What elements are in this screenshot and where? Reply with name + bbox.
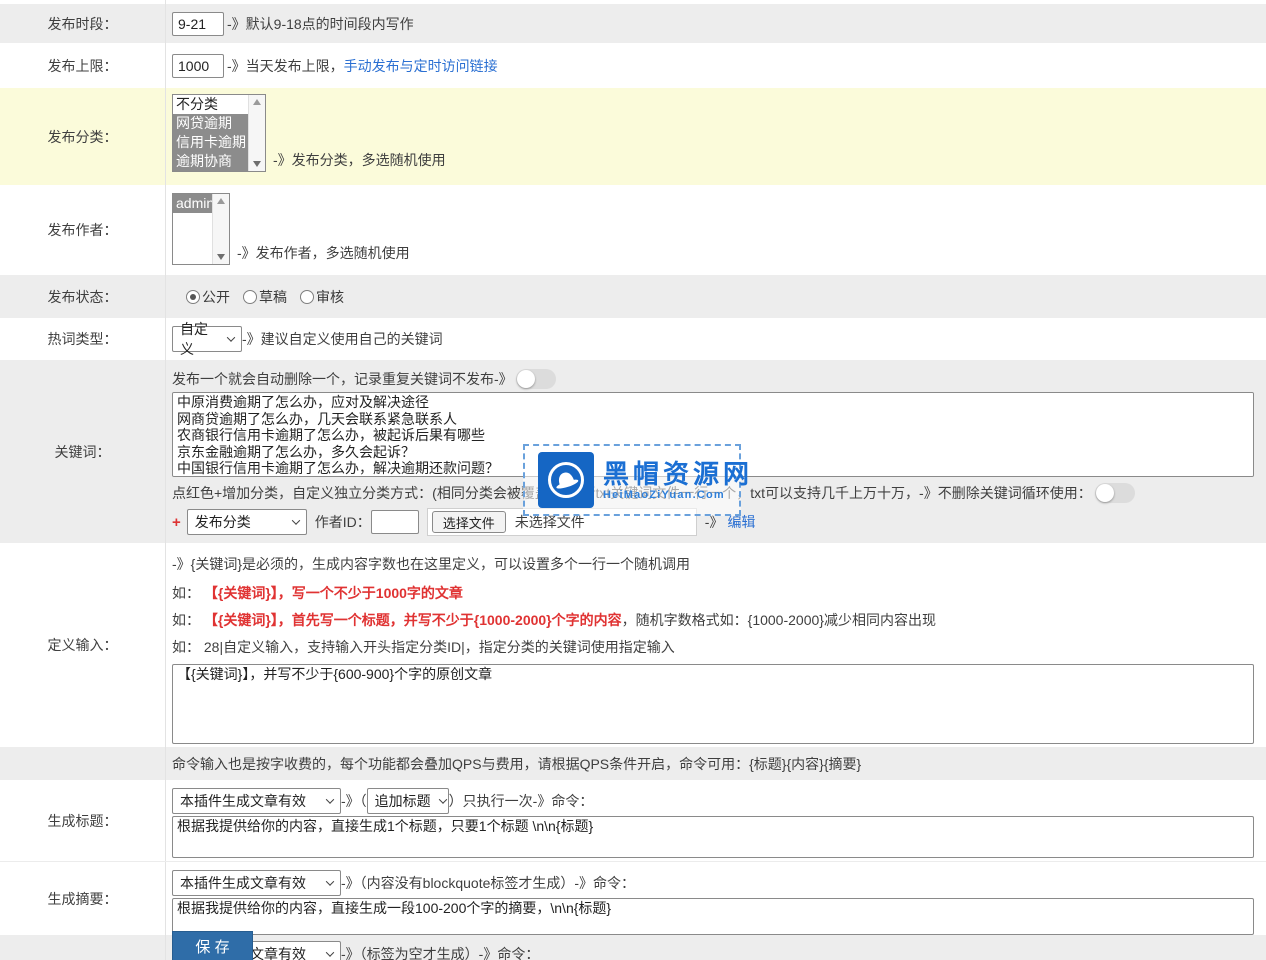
listbox-scrollbar[interactable]: [248, 95, 265, 171]
category-option-selected[interactable]: 逾期协商: [173, 152, 248, 171]
row-banner: 命令输入也是按字收费的，每个功能都会叠加QPS与费用，请根据QPS条件开启，命令…: [0, 747, 1266, 780]
gen-abstract-mode-value: 本插件生成文章有效: [180, 873, 306, 893]
chevron-down-icon: [326, 877, 334, 885]
publish-limit-desc: -》当天发布上限，: [227, 56, 344, 76]
gen-abstract-post: -》（内容没有blockquote标签才生成）-》命令：: [341, 873, 635, 893]
radio-review-label: 审核: [316, 287, 344, 307]
publish-category-listbox[interactable]: 不分类 网贷逾期 信用卡逾期 逾期协商: [172, 94, 266, 172]
save-button[interactable]: 保 存: [172, 931, 253, 960]
keyword-category-value: 发布分类: [195, 512, 251, 532]
hotword-type-desc: -》建议自定义使用自己的关键词: [242, 329, 443, 349]
author-id-input[interactable]: [371, 510, 419, 534]
radio-review[interactable]: 审核: [300, 287, 344, 307]
publish-limit-input[interactable]: [172, 54, 224, 78]
row-publish-category: 发布分类： 不分类 网贷逾期 信用卡逾期 逾期协商 -》发布分类，多选随机使用: [0, 88, 1266, 185]
row-define-input: 定义输入： -》{关键词}是必须的，生成内容字数也在这里定义，可以设置多个一行一…: [0, 543, 1266, 747]
watermark-subtitle: HeiMaoZiYuan.Com: [603, 489, 753, 501]
gen-tag-post: -》（标签为空才生成）-》命令：: [341, 944, 539, 960]
define-input-example3: 如： 28|自定义输入，支持输入开头指定分类ID|，指定分类的关键词使用指定输入: [172, 637, 1266, 657]
watermark-box: 黑帽资源网 HeiMaoZiYuan.Com: [523, 444, 741, 516]
radio-public-label: 公开: [202, 287, 230, 307]
gen-abstract-command-textarea[interactable]: [172, 898, 1254, 935]
row-publish-status: 发布状态： 公开 草稿 审核: [0, 275, 1266, 318]
radio-icon[interactable]: [243, 290, 257, 304]
category-option[interactable]: 不分类: [173, 95, 248, 114]
row-gen-abstract: 生成摘要： 本插件生成文章有效 -》（内容没有blockquote标签才生成）-…: [0, 862, 1266, 935]
define-input-line1: -》{关键词}是必须的，生成内容字数也在这里定义，可以设置多个一行一个随机调用: [172, 554, 1266, 574]
hotword-type-select[interactable]: 自定义: [172, 326, 242, 352]
publish-status-label: 发布状态：: [0, 275, 165, 318]
scroll-down-icon[interactable]: [217, 254, 225, 260]
gen-title-append-value: 追加标题: [375, 791, 431, 811]
author-option-selected[interactable]: admin: [173, 194, 212, 213]
gen-title-post: ）只执行一次-》命令：: [449, 791, 594, 811]
watermark-logo: [538, 452, 594, 508]
chevron-down-icon: [227, 333, 235, 341]
publish-limit-label: 发布上限：: [0, 43, 165, 88]
category-option-selected[interactable]: 网贷逾期: [173, 114, 248, 133]
choose-file-button[interactable]: 选择文件: [432, 511, 506, 533]
scroll-up-icon[interactable]: [217, 198, 225, 204]
define-input-example1: 如： 【{关键词}】，写一个不少于1000字的文章: [172, 583, 1266, 603]
publish-author-listbox[interactable]: admin: [172, 193, 230, 265]
publish-time-label: 发布时段：: [0, 4, 165, 43]
publish-category-label: 发布分类：: [0, 88, 165, 185]
gen-title-label: 生成标题：: [0, 780, 165, 861]
chevron-down-icon: [292, 516, 300, 524]
example1-red-text: 【{关键词}】，写一个不少于1000字的文章: [204, 585, 463, 601]
row-publish-time: 发布时段： -》默认9-18点的时间段内写作: [0, 4, 1266, 43]
gen-abstract-mode-select[interactable]: 本插件生成文章有效: [172, 870, 341, 896]
author-id-label: 作者ID：: [315, 512, 371, 532]
dedupe-toggle[interactable]: [516, 369, 556, 389]
define-input-textarea[interactable]: [172, 664, 1254, 744]
hotword-type-value: 自定义: [180, 319, 219, 359]
radio-icon[interactable]: [300, 290, 314, 304]
gen-abstract-label: 生成摘要：: [0, 862, 165, 935]
gen-title-mode-value: 本插件生成文章有效: [180, 791, 306, 811]
manual-publish-link[interactable]: 手动发布与定时访问链接: [344, 56, 498, 76]
settings-page: 发布时段： -》默认9-18点的时间段内写作 发布上限： -》当天发布上限， 手…: [0, 0, 1266, 960]
hat-icon: [542, 456, 590, 504]
radio-public[interactable]: 公开: [186, 287, 230, 307]
row-publish-author: 发布作者： admin -》发布作者，多选随机使用: [0, 185, 1266, 275]
row-hotword-type: 热词类型： 自定义 -》建议自定义使用自己的关键词: [0, 318, 1266, 360]
chevron-down-icon: [438, 795, 446, 803]
define-input-label: 定义输入：: [0, 543, 165, 747]
scroll-up-icon[interactable]: [253, 99, 261, 105]
qps-banner-text: 命令输入也是按字收费的，每个功能都会叠加QPS与费用，请根据QPS条件开启，命令…: [172, 754, 861, 774]
watermark-title: 黑帽资源网: [603, 460, 753, 488]
listbox-scrollbar[interactable]: [212, 194, 229, 264]
publish-time-input[interactable]: [172, 12, 224, 36]
hotword-type-label: 热词类型：: [0, 318, 165, 360]
define-input-example2: 如： 【{关键词}】，首先写一个标题，并写不少于{1000-2000}个字的内容…: [172, 610, 1266, 630]
radio-draft[interactable]: 草稿: [243, 287, 287, 307]
publish-category-desc: -》发布分类，多选随机使用: [273, 150, 446, 170]
row-publish-limit: 发布上限： -》当天发布上限， 手动发布与定时访问链接: [0, 43, 1266, 88]
publish-author-desc: -》发布作者，多选随机使用: [237, 243, 410, 263]
gen-title-mode-select[interactable]: 本插件生成文章有效: [172, 788, 341, 814]
publish-time-desc: -》默认9-18点的时间段内写作: [227, 14, 414, 34]
chevron-down-icon: [326, 795, 334, 803]
chevron-down-icon: [326, 948, 334, 956]
publish-author-label: 发布作者：: [0, 185, 165, 275]
radio-checked-icon[interactable]: [186, 290, 200, 304]
add-category-button[interactable]: +: [172, 514, 181, 531]
gen-title-command-textarea[interactable]: [172, 816, 1254, 858]
radio-draft-label: 草稿: [259, 287, 287, 307]
scroll-down-icon[interactable]: [253, 161, 261, 167]
keyword-loop-toggle[interactable]: [1095, 483, 1135, 503]
row-gen-title: 生成标题： 本插件生成文章有效 -》（ 追加标题 ）只执行一次-》命令：: [0, 780, 1266, 862]
gen-title-append-select[interactable]: 追加标题: [367, 788, 449, 814]
keywords-toggle1-text: 发布一个就会自动删除一个，记录重复关键词不发布-》: [172, 369, 513, 389]
gen-title-pre: -》（: [341, 791, 367, 811]
keywords-label: 关键词：: [0, 360, 165, 543]
keyword-category-select[interactable]: 发布分类: [187, 509, 307, 535]
example2-red-text: 【{关键词}】，首先写一个标题，并写不少于{1000-2000}个字的内容: [204, 612, 622, 628]
category-option-selected[interactable]: 信用卡逾期: [173, 133, 248, 152]
